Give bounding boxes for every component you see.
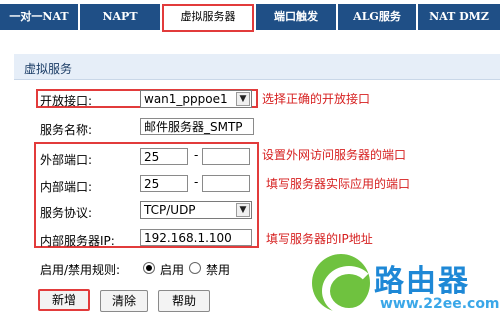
service-name-input[interactable]: 邮件服务器_SMTP [140, 118, 254, 135]
tab-one-to-one-nat[interactable]: 一对一NAT [0, 4, 78, 30]
internal-ip-label: 内部服务器IP: [40, 234, 115, 248]
section-title: 虚拟服务 [24, 62, 73, 76]
tab-virtual-server[interactable]: 虚拟服务器 [162, 4, 254, 32]
tab-port-trigger[interactable]: 端口触发 [256, 4, 336, 30]
help-button[interactable]: 帮助 [158, 290, 210, 312]
external-port-end-input[interactable] [202, 148, 250, 165]
internal-port-label: 内部端口: [40, 180, 93, 194]
internal-ip-input[interactable]: 192.168.1.100 [140, 229, 252, 246]
internal-port-separator: - [194, 175, 199, 189]
interface-select[interactable]: wan1_pppoe1 ▼ [140, 90, 252, 108]
add-button[interactable]: 新增 [38, 289, 90, 311]
external-port-label: 外部端口: [40, 153, 93, 167]
rule-label: 启用/禁用规则: [40, 263, 121, 277]
rule-enable-label: 启用 [160, 263, 185, 277]
section-header: 虚拟服务 [14, 54, 500, 80]
tab-napt[interactable]: NAPT [80, 4, 160, 30]
protocol-select[interactable]: TCP/UDP ▼ [140, 201, 252, 219]
interface-label: 开放接口: [40, 94, 93, 108]
watermark-brand: 路由器 [374, 264, 470, 299]
interface-select-value: wan1_pppoe1 [144, 92, 228, 106]
tab-nat-dmz[interactable]: NAT DMZ [418, 4, 500, 30]
tab-alg-service[interactable]: ALG服务 [338, 4, 416, 30]
chevron-down-icon[interactable]: ▼ [236, 92, 250, 106]
clear-button[interactable]: 清除 [100, 290, 148, 312]
rule-disable-radio[interactable] [189, 262, 201, 274]
watermark-logo-icon [312, 254, 376, 316]
internal-port-annotation: 填写服务器实际应用的端口 [266, 177, 411, 191]
internal-port-start-input[interactable]: 25 [140, 175, 188, 192]
external-port-separator: - [194, 148, 199, 162]
interface-annotation: 选择正确的开放接口 [262, 92, 371, 106]
tab-bar: 一对一NAT NAPT 虚拟服务器 端口触发 ALG服务 NAT DMZ [0, 0, 500, 34]
external-port-start-input[interactable]: 25 [140, 148, 188, 165]
rule-enable-radio[interactable] [143, 262, 155, 274]
rule-disable-label: 禁用 [206, 263, 231, 277]
protocol-label: 服务协议: [40, 206, 93, 220]
external-port-annotation: 设置外网访问服务器的端口 [262, 148, 407, 162]
protocol-select-value: TCP/UDP [144, 203, 196, 217]
service-name-label: 服务名称: [40, 123, 93, 137]
internal-ip-annotation: 填写服务器的IP地址 [266, 232, 373, 246]
chevron-down-icon[interactable]: ▼ [236, 203, 250, 217]
watermark-url: www.22ee.com [380, 296, 500, 312]
internal-port-end-input[interactable] [202, 175, 250, 192]
